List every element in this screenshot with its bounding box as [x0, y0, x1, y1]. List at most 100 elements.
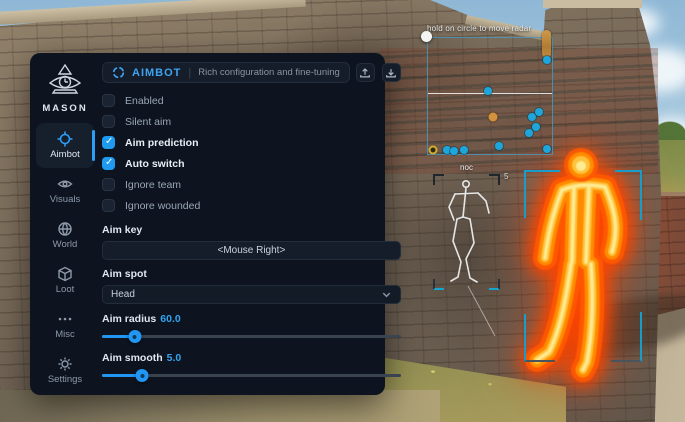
radar-widget [427, 37, 553, 155]
bracket-corner [489, 174, 500, 185]
aim-key-label: Aim key [102, 224, 401, 236]
crosshair-icon [57, 131, 73, 147]
sidebar-item-visuals[interactable]: Visuals [36, 168, 94, 213]
brand-name: MASON [42, 103, 87, 114]
radar-dot-blue [535, 108, 543, 116]
radar-dot-blue [450, 147, 458, 155]
header-row: AIMBOT | Rich configuration and fine-tun… [102, 62, 401, 83]
upload-icon [359, 67, 371, 79]
checkbox-box[interactable] [102, 94, 115, 107]
checkbox-label: Auto switch [125, 158, 185, 170]
sidebar-item-settings[interactable]: Settings [36, 348, 94, 393]
chevron-down-icon [381, 289, 392, 300]
radar-dot-blue [495, 142, 503, 150]
checkbox-list: Enabled Silent aim Aim prediction Auto s… [102, 90, 401, 216]
checkbox-silent-aim[interactable]: Silent aim [102, 111, 401, 132]
checkbox-ignore-team[interactable]: Ignore team [102, 174, 401, 195]
cheat-menu-panel: MASON Aimbot Visuals [30, 53, 385, 395]
aim-spot-label: Aim spot [102, 268, 401, 280]
checkbox-aim-prediction[interactable]: Aim prediction [102, 132, 401, 153]
player-esp-bracket [524, 314, 555, 362]
checkbox-box[interactable] [102, 178, 115, 191]
sidebar-item-aimbot[interactable]: Aimbot [36, 123, 94, 168]
brand-logo: MASON [42, 62, 87, 114]
sidebar-item-label: Loot [56, 284, 75, 295]
globe-icon [57, 221, 73, 237]
sidebar-item-label: Visuals [50, 194, 80, 205]
checkbox-auto-switch[interactable]: Auto switch [102, 153, 401, 174]
checkbox-box[interactable] [102, 199, 115, 212]
checkbox-label: Ignore wounded [125, 200, 200, 212]
aim-key-binding[interactable]: <Mouse Right> [102, 241, 401, 260]
checkbox-ignore-wounded[interactable]: Ignore wounded [102, 195, 401, 216]
section-title: AIMBOT [132, 67, 181, 79]
aim-smooth-control: Aim smooth5.0 [102, 352, 401, 382]
radar-dot-blue [532, 123, 540, 131]
header-separator: | [188, 67, 191, 79]
sidebar: MASON Aimbot Visuals [30, 53, 100, 395]
export-config-button[interactable] [356, 63, 375, 82]
radar-dot-blue [460, 146, 468, 154]
checkbox-box[interactable] [102, 115, 115, 128]
import-config-button[interactable] [382, 63, 401, 82]
game-screen: noc 5 hold on circle to move radar MASON [0, 0, 685, 422]
sidebar-item-label: Settings [48, 374, 82, 385]
slider-value: 5.0 [167, 352, 182, 364]
aim-smooth-slider[interactable] [102, 368, 401, 382]
cube-icon [57, 266, 73, 282]
aim-radius-control: Aim radius 60.0 [102, 313, 401, 343]
sidebar-item-label: Aimbot [50, 149, 80, 160]
aim-smooth-label: Aim smooth5.0 [102, 352, 401, 364]
radar-dot-blue [543, 145, 551, 153]
radar-dot-blue [543, 56, 551, 64]
slider-value: 60.0 [160, 313, 180, 325]
bracket-corner [433, 174, 444, 185]
slider-thumb[interactable] [136, 369, 149, 382]
slider-label: Aim radius [102, 313, 156, 325]
bracket-corner [433, 279, 444, 290]
gear-icon [57, 356, 73, 372]
checkbox-enabled[interactable]: Enabled [102, 90, 401, 111]
download-icon [385, 67, 397, 79]
player-esp-bracket [611, 312, 642, 362]
radar-loot-marker [542, 30, 551, 58]
sidebar-item-misc[interactable]: Misc [36, 303, 94, 348]
sidebar-item-world[interactable]: World [36, 213, 94, 258]
checkbox-label: Ignore team [125, 179, 181, 191]
section-header: AIMBOT | Rich configuration and fine-tun… [102, 62, 350, 83]
checkbox-label: Enabled [125, 95, 164, 107]
checkbox-box[interactable] [102, 157, 115, 170]
sidebar-item-label: World [53, 239, 78, 250]
radar-hint-text: hold on circle to move radar [427, 24, 587, 33]
player-esp-bracket [524, 170, 560, 218]
checkbox-box[interactable] [102, 136, 115, 149]
ring-icon [112, 66, 125, 79]
mason-eye-logo-icon [46, 62, 84, 100]
section-subtitle: Rich configuration and fine-tuning [198, 67, 340, 78]
aim-spot-select[interactable]: Head [102, 285, 401, 304]
dots-icon [57, 311, 73, 327]
aim-radius-slider[interactable] [102, 329, 401, 343]
aim-spot-value: Head [111, 289, 135, 300]
aim-radius-label: Aim radius 60.0 [102, 313, 401, 325]
menu-content: AIMBOT | Rich configuration and fine-tun… [100, 53, 411, 395]
player-esp-bracket [615, 170, 642, 220]
sidebar-item-loot[interactable]: Loot [36, 258, 94, 303]
sidebar-nav: Aimbot Visuals World [30, 123, 100, 393]
skeleton-esp-box [433, 174, 500, 290]
esp-player-name: noc [433, 163, 500, 172]
slider-track[interactable] [102, 335, 401, 338]
radar-dot-orange [489, 113, 498, 122]
radar-dot-self [429, 146, 438, 155]
slider-thumb[interactable] [128, 330, 141, 343]
esp-distance-label: 5 [504, 172, 508, 181]
checkbox-label: Aim prediction [125, 137, 199, 149]
radar-drag-handle[interactable] [421, 31, 432, 42]
bracket-corner [489, 279, 500, 290]
radar-dot-blue [484, 87, 492, 95]
radar-dot-blue [525, 129, 533, 137]
checkbox-label: Silent aim [125, 116, 171, 128]
eye-icon [57, 176, 73, 192]
sidebar-item-label: Misc [55, 329, 75, 340]
parapet-cap [543, 0, 642, 8]
